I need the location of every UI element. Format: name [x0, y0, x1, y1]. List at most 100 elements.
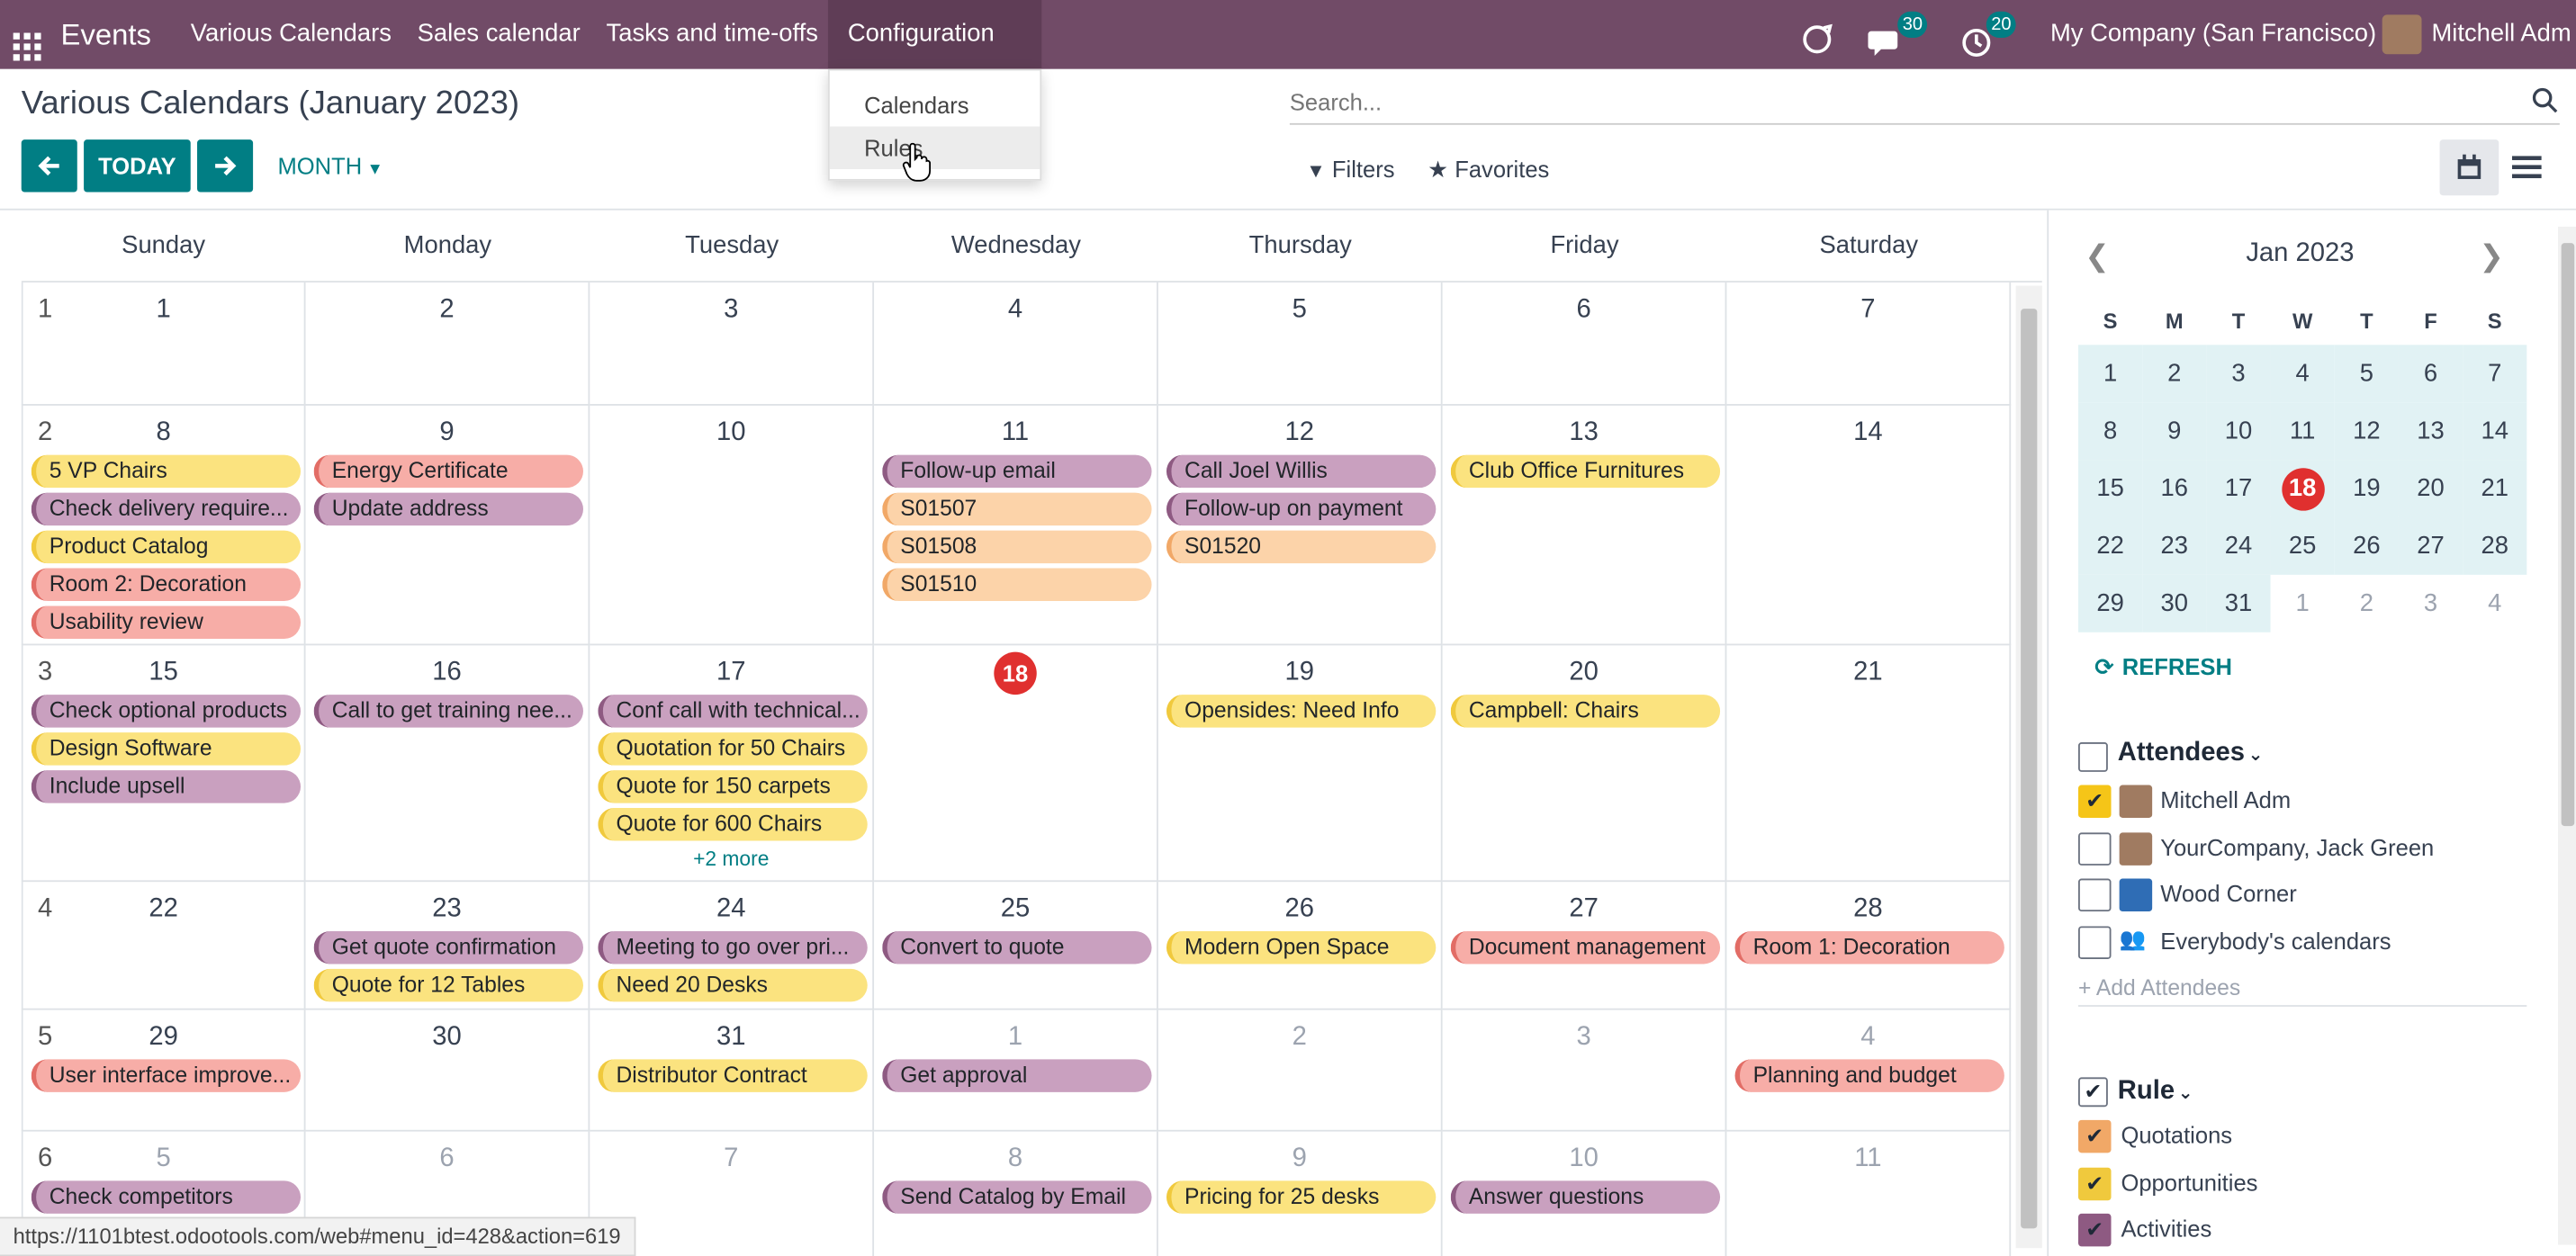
- calendar-event[interactable]: Answer questions: [1450, 1180, 1721, 1214]
- calendar-day-cell[interactable]: 285 VP Chairs Check delivery require... Pr…: [21, 405, 306, 646]
- calendar-day-cell[interactable]: 24 Meeting to go over pri... Need 20 Desks: [590, 882, 875, 1010]
- calendar-day-cell[interactable]: 10: [590, 405, 875, 646]
- search-input[interactable]: [1289, 82, 2506, 122]
- filters-button[interactable]: ▼ Filters: [1306, 156, 1394, 182]
- attendees-section-title[interactable]: Attendees ⌄: [2118, 739, 2264, 768]
- calendar-event[interactable]: Usability review: [31, 606, 302, 640]
- calendar-event[interactable]: Follow-up email: [882, 454, 1152, 489]
- mini-day[interactable]: 8: [2078, 402, 2143, 461]
- user-avatar[interactable]: [2382, 14, 2422, 55]
- calendar-day-cell[interactable]: 4 Planning and budget: [1726, 1009, 2012, 1132]
- mini-day[interactable]: 1: [2271, 575, 2335, 632]
- side-scrollbar[interactable]: [2557, 226, 2576, 1245]
- calendar-day-cell[interactable]: 5 29 User interface improve...: [21, 1009, 306, 1132]
- calendar-event[interactable]: User interface improve...: [31, 1059, 302, 1092]
- calendar-event[interactable]: Design Software: [31, 732, 302, 766]
- rule-checkbox[interactable]: ✔: [2078, 1214, 2112, 1247]
- mini-day[interactable]: 2: [2142, 345, 2207, 403]
- calendar-event[interactable]: Get quote confirmation: [313, 930, 583, 964]
- refresh-button[interactable]: ⟳ REFRESH: [2094, 653, 2232, 681]
- mini-day[interactable]: 3: [2206, 345, 2271, 403]
- attendee-checkbox[interactable]: ✔: [2078, 785, 2112, 818]
- calendar-event[interactable]: S01508: [882, 530, 1152, 564]
- list-view-icon[interactable]: [2511, 155, 2542, 181]
- rule-checkbox[interactable]: ✔: [2078, 1167, 2112, 1200]
- calendar-day-cell[interactable]: 3: [590, 282, 875, 406]
- mini-day[interactable]: 18: [2270, 460, 2335, 517]
- calendar-event[interactable]: Product Catalog: [31, 530, 302, 564]
- mini-day[interactable]: 13: [2398, 402, 2463, 461]
- calendar-day-cell[interactable]: 20 Campbell: Chairs: [1442, 645, 1727, 883]
- mini-day[interactable]: 29: [2078, 574, 2143, 632]
- calendar-day-cell[interactable]: 9 Pricing for 25 desks: [1158, 1131, 1443, 1256]
- mini-day[interactable]: 3: [2399, 575, 2463, 632]
- calendar-view-button[interactable]: [2439, 139, 2499, 196]
- mini-day[interactable]: 2: [2335, 575, 2399, 632]
- calendar-day-cell[interactable]: 6: [1442, 282, 1727, 406]
- calendar-day-cell[interactable]: 3: [1442, 1009, 1727, 1132]
- mini-day[interactable]: 21: [2463, 460, 2527, 517]
- rule-checkbox[interactable]: ✔: [2078, 1119, 2112, 1153]
- calendar-event[interactable]: S01507: [882, 492, 1152, 526]
- calendar-event[interactable]: Quote for 12 Tables: [313, 968, 583, 1002]
- calendar-event[interactable]: Convert to quote: [882, 930, 1152, 964]
- mini-day[interactable]: 16: [2142, 460, 2207, 517]
- calendar-day-cell[interactable]: 26 Modern Open Space: [1157, 882, 1443, 1010]
- prev-button[interactable]: [21, 139, 77, 193]
- today-button[interactable]: TODAY: [84, 139, 191, 193]
- mini-day[interactable]: 28: [2463, 516, 2527, 575]
- calendar-event[interactable]: Need 20 Desks: [598, 968, 868, 1002]
- calendar-day-cell[interactable]: 25 Convert to quote: [874, 882, 1158, 1010]
- mini-day[interactable]: 17: [2206, 460, 2271, 517]
- dropdown-item-calendars[interactable]: Calendars: [830, 84, 1040, 126]
- mini-day[interactable]: 22: [2078, 516, 2143, 575]
- calendar-event[interactable]: Modern Open Space: [1166, 930, 1437, 964]
- calendar-day-cell[interactable]: 8 Send Catalog by Email: [874, 1131, 1158, 1256]
- calendar-day-cell[interactable]: 21: [1726, 645, 2012, 883]
- calendar-day-cell[interactable]: 13 Club Office Furnitures: [1442, 405, 1727, 646]
- dropdown-item-rules[interactable]: Rules: [829, 126, 1040, 170]
- calendar-day-cell[interactable]: 11: [21, 282, 306, 406]
- calendar-day-cell[interactable]: 17 Conf call with technical... Quotation f…: [590, 645, 875, 883]
- calendar-day-cell[interactable]: 11 Follow-up email S01507 S01508 S01510: [874, 405, 1158, 646]
- calendar-event[interactable]: Follow-up on payment: [1166, 492, 1437, 526]
- company-switcher[interactable]: My Company (San Francisco): [2050, 0, 2376, 69]
- calendar-event[interactable]: Check competitors: [31, 1180, 302, 1214]
- mini-day[interactable]: 6: [2398, 345, 2463, 403]
- calendar-event[interactable]: Meeting to go over pri...: [598, 930, 868, 964]
- calendar-event[interactable]: Call Joel Willis: [1166, 454, 1437, 489]
- mini-day[interactable]: 4: [2463, 575, 2526, 632]
- calendar-event[interactable]: S01510: [882, 568, 1152, 602]
- calendar-event[interactable]: Opensides: Need Info: [1166, 695, 1437, 728]
- mini-day[interactable]: 9: [2142, 402, 2207, 461]
- mini-day[interactable]: 23: [2142, 516, 2207, 575]
- calendar-day-cell[interactable]: 19 Opensides: Need Info: [1157, 645, 1443, 883]
- calendar-event[interactable]: Campbell: Chairs: [1450, 695, 1721, 728]
- calendar-day-cell[interactable]: 12 Call Joel Willis Follow-up on payment S0…: [1157, 405, 1443, 646]
- calendar-event[interactable]: Include upsell: [31, 770, 302, 803]
- scale-dropdown[interactable]: MONTH ▼: [277, 153, 383, 179]
- calendar-event[interactable]: Planning and budget: [1734, 1059, 2004, 1092]
- menu-tasks-time-offs[interactable]: Tasks and time-offs: [607, 0, 818, 69]
- calendar-event[interactable]: Get approval: [882, 1059, 1152, 1092]
- calendar-day-cell[interactable]: 18: [874, 645, 1158, 883]
- attendees-toggle-checkbox[interactable]: [2078, 742, 2108, 772]
- favorites-button[interactable]: ★ Favorites: [1428, 156, 1549, 184]
- calendar-day-cell[interactable]: 2: [305, 282, 590, 406]
- mini-day[interactable]: 1: [2078, 345, 2143, 403]
- attendee-checkbox[interactable]: [2078, 831, 2112, 866]
- calendar-event[interactable]: Conf call with technical...: [598, 695, 868, 728]
- attendee-checkbox[interactable]: [2078, 878, 2112, 912]
- mini-day[interactable]: 25: [2270, 516, 2335, 575]
- mini-day[interactable]: 27: [2398, 516, 2463, 575]
- discuss-icon[interactable]: [1799, 16, 1835, 54]
- calendar-day-cell[interactable]: 7: [1726, 282, 2012, 406]
- side-scrollbar-thumb[interactable]: [2561, 243, 2575, 827]
- scrollbar-thumb[interactable]: [2021, 309, 2038, 1229]
- mini-day[interactable]: 24: [2206, 516, 2271, 575]
- calendar-event[interactable]: Pricing for 25 desks: [1166, 1180, 1437, 1214]
- calendar-day-cell[interactable]: 5: [1157, 282, 1443, 406]
- calendar-event[interactable]: Distributor Contract: [598, 1059, 868, 1092]
- mini-day[interactable]: 12: [2334, 402, 2399, 461]
- calendar-event[interactable]: Call to get training nee...: [313, 695, 583, 728]
